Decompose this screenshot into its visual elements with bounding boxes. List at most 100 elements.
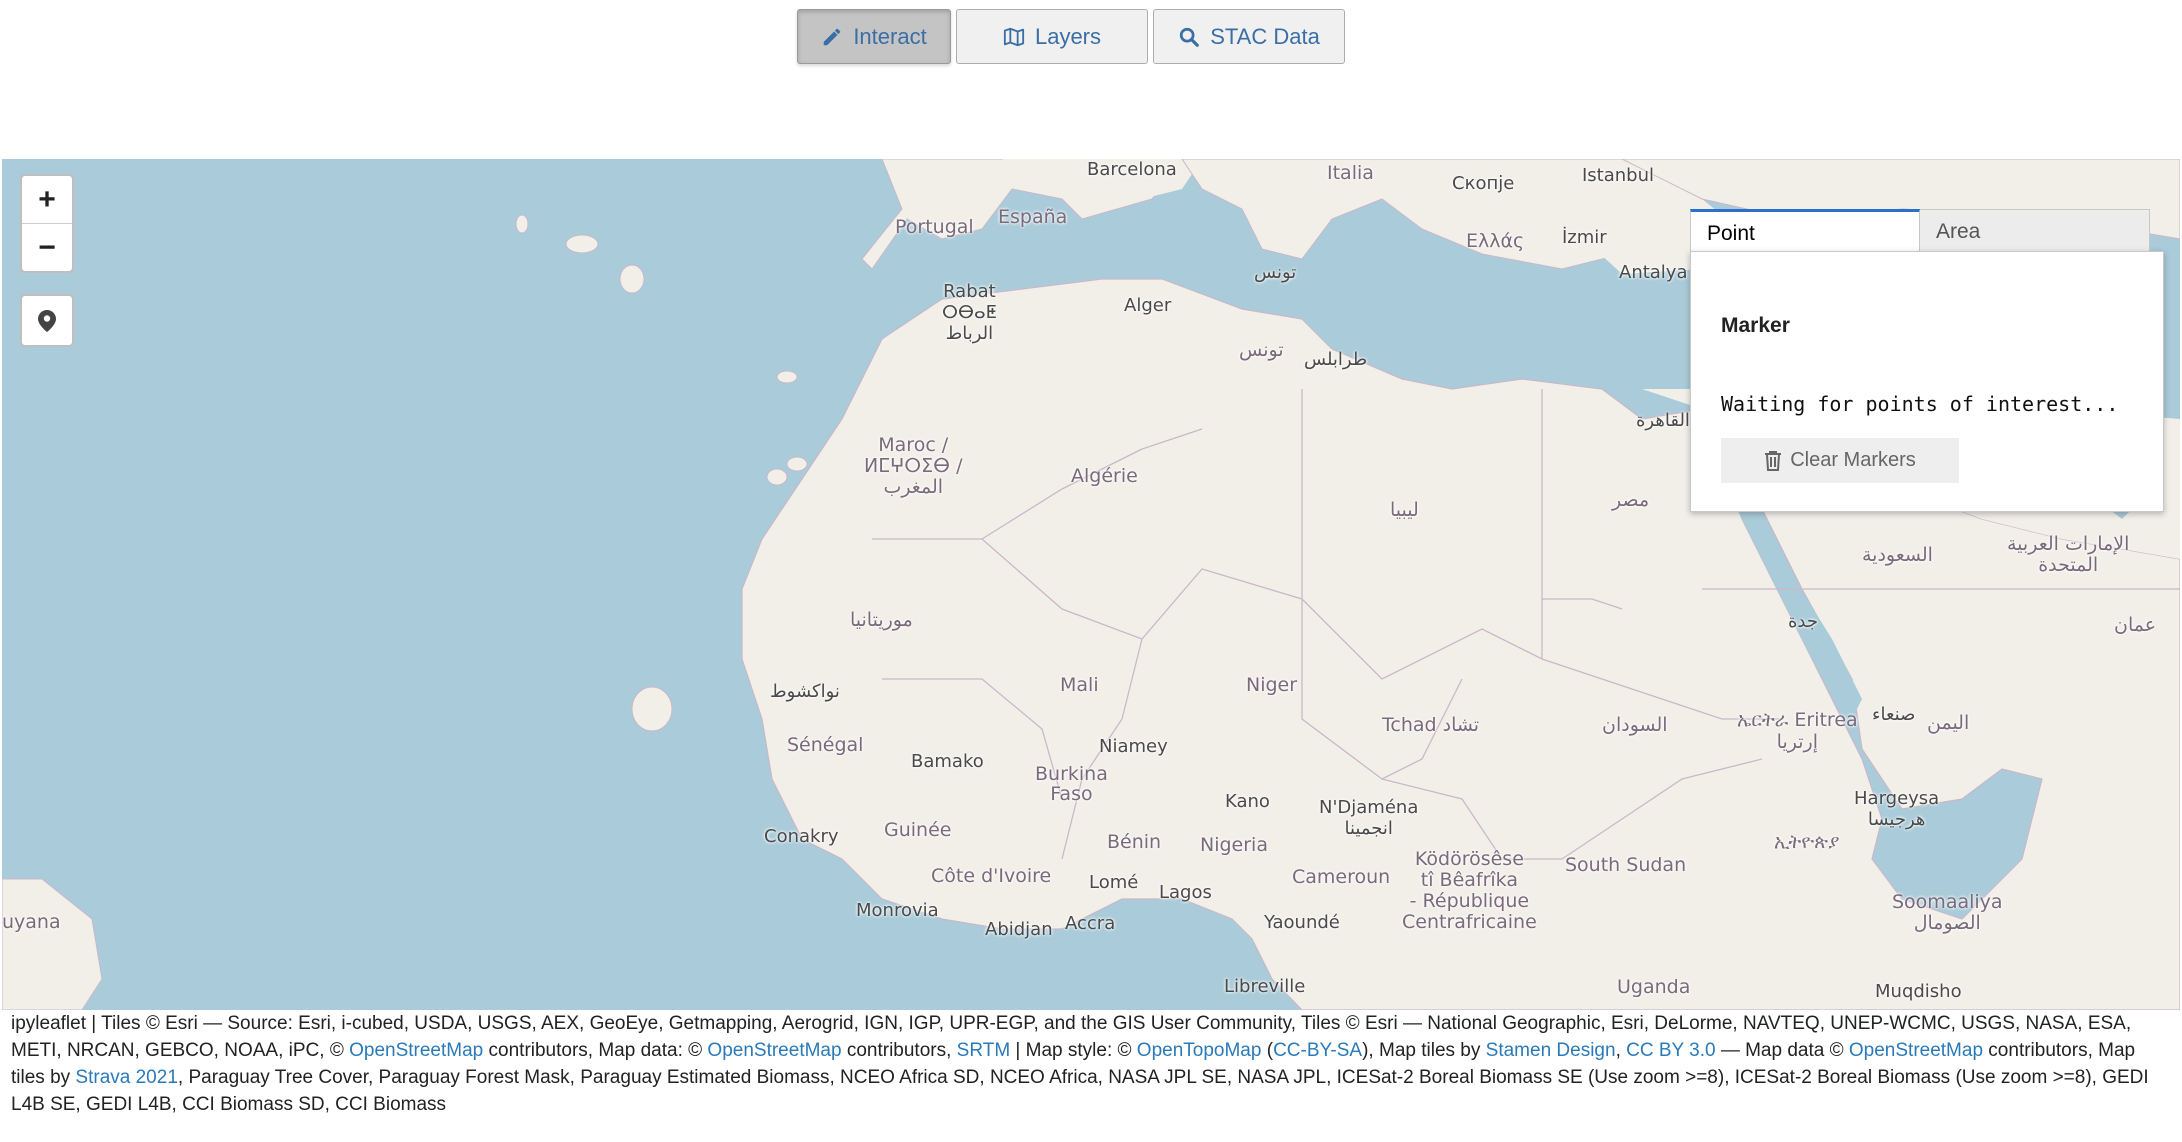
label-istanbul: Istanbul [1582,165,1655,186]
osm-link-3[interactable]: OpenStreetMap [1849,1040,1983,1061]
zoom-in-button[interactable]: + [22,176,72,223]
map[interactable]: Barcelona Italia Скопје Istanbul Portuga… [2,159,2180,1010]
panel-tabs: Point Area [1690,209,2164,252]
label-egypt: مصر [1612,489,1650,511]
label-saudi: السعودية [1862,544,1933,566]
strava-link[interactable]: Strava 2021 [75,1067,177,1088]
marker-title: Marker [1721,314,1790,337]
pencil-icon [824,28,841,45]
zoom-control: + − [20,174,74,273]
label-izmir: İzmir [1562,227,1607,248]
label-nouakchott: نواكشوط [770,681,840,702]
label-abidjan: Abidjan [985,919,1053,940]
label-libreville: Libreville [1224,976,1306,997]
attrib-text-2: contributors, Map data: © [483,1040,708,1061]
map-marker-icon [38,309,56,332]
trash-icon [1765,450,1782,471]
label-rabat: Rabat ⵔⴱⴰⵟ الرباط [942,281,997,344]
cc-by-3-link[interactable]: CC BY 3.0 [1626,1040,1715,1061]
attrib-text-8: — Map data © [1715,1040,1849,1061]
label-ellas: Ελλάς [1466,230,1525,252]
osm-link-1[interactable]: OpenStreetMap [349,1040,483,1061]
label-mogadishu: Muqdisho [1875,981,1962,1002]
label-tunis: تونس [1254,262,1297,283]
search-icon [1180,27,1200,47]
label-uganda: Uganda [1617,976,1691,998]
label-niger: Niger [1246,674,1298,696]
label-sudan: السودان [1602,714,1668,736]
interact-label: Interact [853,23,927,49]
label-barcelona: Barcelona [1087,159,1177,180]
label-yemen: اليمن [1927,712,1970,734]
label-monrovia: Monrovia [856,900,939,921]
cc-by-sa-link[interactable]: CC-BY-SA [1273,1040,1362,1061]
tab-point[interactable]: Point [1690,209,1920,252]
label-libya: ليبيا [1390,499,1419,521]
clear-markers-button[interactable]: Clear Markers [1721,438,1959,483]
stamen-design-link[interactable]: Stamen Design [1486,1040,1616,1061]
tab-area[interactable]: Area [1920,209,2150,252]
toolbar: Interact Layers STAC Data [797,9,1345,64]
stac-data-label: STAC Data [1210,23,1320,49]
interact-button[interactable]: Interact [797,9,951,64]
layers-button[interactable]: Layers [956,9,1148,64]
attrib-text-6: ), Map tiles by [1362,1040,1486,1061]
label-benin: Bénin [1107,831,1162,853]
attrib-text-5: ( [1261,1040,1274,1061]
clear-markers-label: Clear Markers [1790,449,1916,471]
label-guyana: uyana [2,911,61,933]
label-burkina: Burkina Faso [1035,763,1108,805]
zoom-out-button[interactable]: − [22,223,72,271]
label-ndjamena: N'Djaména انجمينا [1319,797,1419,839]
waiting-text: Waiting for points of interest... [1721,392,2119,416]
label-nigeria: Nigeria [1200,834,1268,856]
srtm-link[interactable]: SRTM [957,1040,1010,1061]
label-eritrea: ኤርትራ Eritrea إرتريا [1737,709,1858,753]
label-yaounde: Yaoundé [1264,912,1340,933]
label-skopje: Скопје [1452,173,1515,194]
attrib-text-4: | Map style: © [1010,1040,1137,1061]
label-alger: Alger [1124,295,1172,316]
label-uae: الإمارات العربية المتحدة [2007,533,2130,576]
label-conakry: Conakry [764,826,839,847]
label-tripoli: طرابلس [1304,349,1368,370]
panel-body: Marker Waiting for points of interest...… [1690,251,2164,512]
label-italia: Italia [1327,162,1374,184]
point-area-panel: Point Area Marker Waiting for points of … [1690,209,2164,512]
attrib-text-10: , Paraguay Tree Cover, Paraguay Forest M… [11,1067,2149,1115]
label-lagos: Lagos [1159,882,1212,903]
label-portugal: Portugal [895,216,974,238]
label-antalya: Antalya [1619,262,1688,283]
label-bamako: Bamako [911,751,984,772]
label-espana: España [998,206,1068,228]
label-algerie: Algérie [1071,465,1138,487]
label-hargeysa: Hargeysa هرجيسا [1854,788,1940,830]
attribution: ipyleaflet | Tiles © Esri — Source: Esri… [11,1010,2171,1118]
label-niamey: Niamey [1099,736,1168,757]
label-tchad: Tchad تشاد [1382,714,1480,736]
label-mauritania: موريتانيا [850,609,913,631]
opentopomap-link[interactable]: OpenTopoMap [1137,1040,1262,1061]
label-southsudan: South Sudan [1565,854,1687,876]
attrib-text-7: , [1615,1040,1627,1061]
attrib-text-3: contributors, [841,1040,957,1061]
label-cotedivoire: Côte d'Ivoire [931,865,1052,887]
label-kano: Kano [1225,791,1270,812]
label-oman: عمان [2114,614,2157,636]
label-senegal: Sénégal [787,734,864,756]
label-guinee: Guinée [884,819,952,841]
label-tunisia: تونس [1239,339,1284,361]
layers-label: Layers [1034,23,1102,49]
label-somalia: Soomaaliya الصومال [1892,891,2003,934]
label-maroc: Maroc / ⵍⵎⵖⵔⵉⴱ / المغرب [864,434,963,498]
label-accra: Accra [1065,913,1116,934]
label-kodorosese: Ködörösêse tî Bêafrîka - République Cent… [1402,848,1537,933]
label-mali: Mali [1060,674,1099,696]
map-icon [1003,27,1025,46]
label-lome: Lomé [1089,872,1139,893]
label-cairo: القاهرة [1636,410,1690,431]
label-cameroun: Cameroun [1292,866,1391,888]
stac-data-button[interactable]: STAC Data [1153,9,1345,64]
osm-link-2[interactable]: OpenStreetMap [707,1040,841,1061]
draw-marker-button[interactable] [20,294,74,347]
